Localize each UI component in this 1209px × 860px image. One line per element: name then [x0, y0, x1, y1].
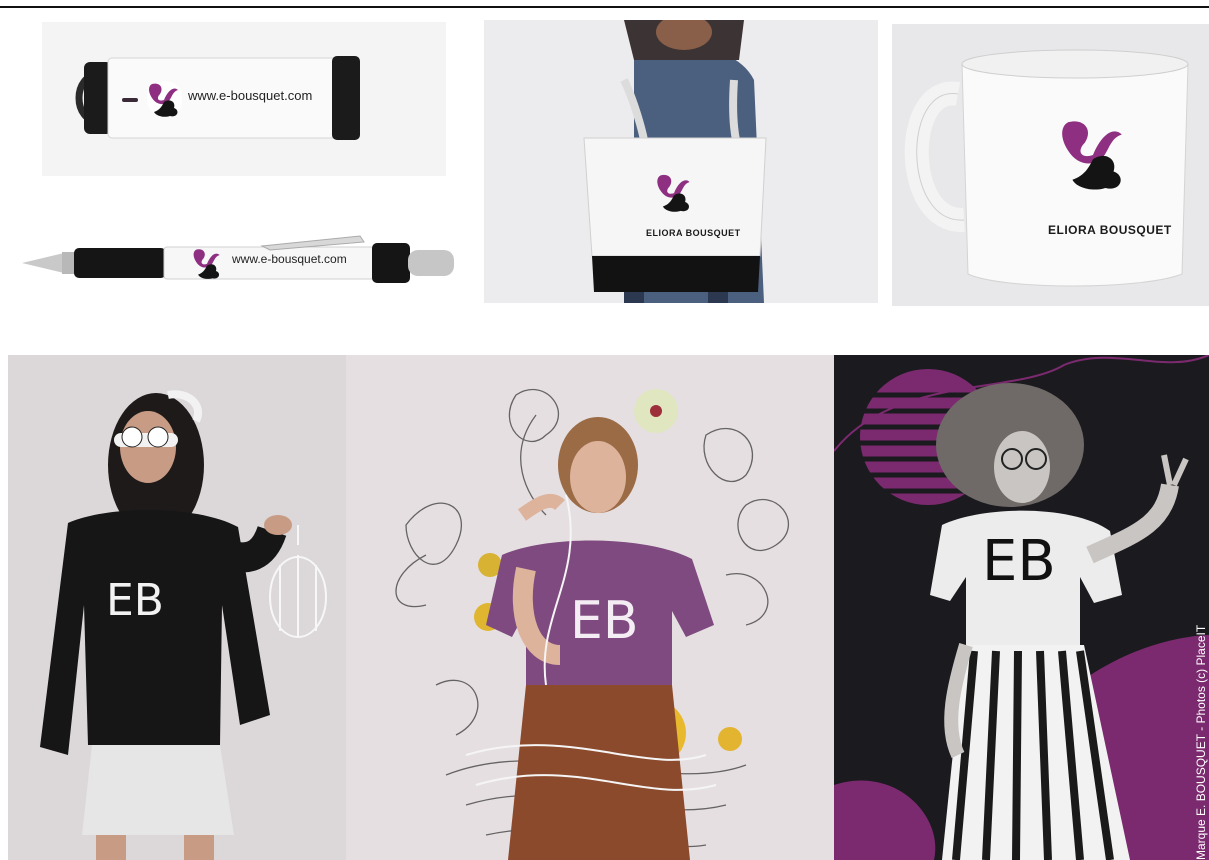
sweatshirt-model-photo: EB [8, 355, 346, 860]
eb-logo-icon [147, 81, 182, 117]
tote-brand-text: ELIORA BOUSQUET [646, 228, 741, 238]
tote-bag-mockup: ELIORA BOUSQUET [484, 20, 878, 303]
pen-url-text: www.e-bousquet.com [232, 252, 347, 266]
eb-logo-icon [193, 249, 220, 279]
purple-tee-floral-photo: EB [346, 355, 834, 860]
eb-logo-icon [1062, 121, 1122, 190]
bw-model-photo: EB [834, 355, 1209, 860]
top-divider [0, 6, 1209, 8]
pen-mockup: www.e-bousquet.com [22, 228, 458, 298]
mug-mockup: ELIORA BOUSQUET [892, 24, 1209, 306]
mug-brand-text: ELIORA BOUSQUET [1048, 223, 1172, 237]
usb-url-text: www.e-bousquet.com [188, 88, 313, 103]
usb-drive-mockup: www.e-bousquet.com [42, 22, 446, 176]
mockup-collage: www.e-bousquet.com www.e-bousquet.com EL… [0, 0, 1209, 860]
eb-monogram-icon: EB [982, 529, 1056, 594]
photo-credit-text: Marque E. BOUSQUET - Photos (c) PlaceIT [1194, 624, 1208, 860]
eb-monogram-icon: EB [106, 575, 164, 626]
eb-logo-icon [657, 174, 690, 212]
eb-monogram-icon: EB [570, 591, 639, 651]
photo-credit: Marque E. BOUSQUET - Photos (c) PlaceIT [1193, 592, 1209, 860]
